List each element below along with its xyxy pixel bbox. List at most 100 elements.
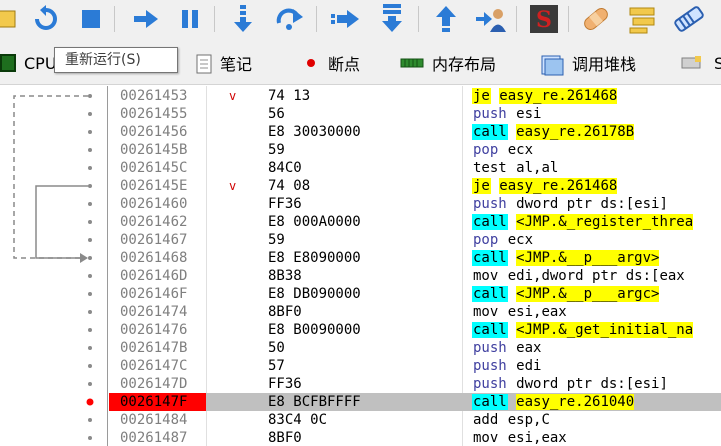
instruction-mnemonic: mov [473,304,499,320]
label-icon[interactable] [672,3,704,35]
gutter-dot[interactable] [88,328,92,332]
instruction-row[interactable]: 00261468 E8 E8090000 call <JMP.&__p___argv… [109,249,721,267]
gutter-dot[interactable] [88,238,92,242]
instruction-text: test al,al [472,159,721,177]
instruction-mnemonic: pop [473,232,499,248]
instruction-row[interactable]: 0026145B 59 pop ecx [109,141,721,159]
instruction-bytes: 8BF0 [268,430,302,446]
breakpoint-dot-icon[interactable] [86,398,94,406]
stop-icon[interactable] [75,3,107,35]
instruction-row[interactable]: 0026146D 8B38 mov edi,dword ptr ds:[eax [109,267,721,285]
instruction-operand: dword ptr ds:[esi] [516,376,668,392]
instruction-operand: eax [516,340,542,356]
instruction-address: 00261476 [120,322,188,338]
trace-into-icon[interactable] [330,3,362,35]
instruction-mnemonic: je [472,178,491,194]
gutter-dot[interactable] [88,94,92,98]
gutter-dot[interactable] [88,364,92,368]
instruction-row[interactable]: 00261453 v 74 13 je easy_re.261468 [109,87,721,105]
instruction-mnemonic: call [472,214,508,230]
jump-marker [229,321,249,339]
pause-icon[interactable] [174,3,206,35]
instruction-address: 0026147C [120,358,188,374]
instruction-row[interactable]: 00261487 8BF0 mov esi,eax [109,429,721,446]
step-over-icon[interactable] [274,3,306,35]
open-file-icon[interactable] [0,3,22,35]
instruction-bytes: 74 13 [268,88,311,104]
instruction-row[interactable]: 0026145C 84C0 test al,al [109,159,721,177]
instruction-row[interactable]: 00261474 8BF0 mov esi,eax [109,303,721,321]
instruction-text: call <JMP.&_get_initial_na [472,321,721,339]
gutter-dot[interactable] [88,166,92,170]
instruction-row[interactable]: 0026147C 57 push edi [109,357,721,375]
instruction-bytes: FF36 [268,376,302,392]
script-icon[interactable]: S [528,3,560,35]
disassembly-view[interactable]: 00261453 v 74 13 je easy_re.261468 00261455 5… [0,86,721,446]
instruction-row[interactable]: 0026146F E8 DB090000 call <JMP.&__p___argc… [109,285,721,303]
instruction-operand: <JMP.&_get_initial_na [516,322,694,338]
gutter-dot[interactable] [88,220,92,224]
gutter-dot[interactable] [88,130,92,134]
trace-over-icon[interactable] [376,3,408,35]
instruction-mnemonic: push [473,376,507,392]
gutter-dot[interactable] [88,310,92,314]
instruction-mnemonic: push [473,106,507,122]
comment-icon[interactable] [626,3,658,35]
instruction-row[interactable]: 0026147F E8 BCFBFFFF call easy_re.261040 [109,393,721,411]
instruction-operand: easy_re.26178B [516,124,635,140]
instruction-row[interactable]: 00261455 56 push esi [109,105,721,123]
patch-icon[interactable] [580,3,612,35]
instruction-row[interactable]: 00261462 E8 000A0000 call <JMP.&_register_… [109,213,721,231]
instruction-text: je easy_re.261468 [472,177,721,195]
instruction-text: call easy_re.261040 [472,393,721,411]
instruction-text: push dword ptr ds:[esi] [472,195,721,213]
gutter-dot[interactable] [88,202,92,206]
tab-breakpoints-label: 断点 [328,55,361,74]
instruction-bytes: 50 [268,340,285,356]
instruction-row[interactable]: 00261467 59 pop ecx [109,231,721,249]
toolbar-separator [316,6,317,32]
instruction-row[interactable]: 00261484 83C4 0C add esp,C [109,411,721,429]
run-to-user-code-icon[interactable] [474,3,506,35]
svg-text:S: S [536,7,552,33]
instruction-mnemonic: mov [473,268,499,284]
breakpoint-dot-icon [302,54,320,72]
restart-icon[interactable] [30,3,62,35]
instruction-bytes: 83C4 0C [268,412,328,428]
instruction-row[interactable]: 0026147B 50 push eax [109,339,721,357]
instruction-bytes: E8 E8090000 [268,250,361,266]
tab-notes[interactable]: 笔记 [194,50,252,76]
tab-cpu[interactable]: CPU [0,50,57,76]
jump-marker [229,303,249,321]
run-icon[interactable] [130,3,162,35]
tab-breakpoints[interactable]: 断点 [302,50,360,76]
execute-till-return-icon[interactable] [430,3,462,35]
tab-seh[interactable]: S [680,50,721,76]
instruction-row[interactable]: 0026145E v 74 08 je easy_re.261468 [109,177,721,195]
gutter-dot[interactable] [88,148,92,152]
gutter-dot[interactable] [88,418,92,422]
gutter-dot[interactable] [88,112,92,116]
jump-marker [229,231,249,249]
gutter-dot[interactable] [88,382,92,386]
tab-call-stack[interactable]: 调用堆栈 [540,50,636,76]
instruction-operand: edi [516,358,542,374]
gutter-dot[interactable] [88,292,92,296]
tab-call-stack-label: 调用堆栈 [572,55,637,74]
instruction-bytes: 57 [268,358,285,374]
gutter-dot[interactable] [88,274,92,278]
gutter-dot[interactable] [88,256,92,260]
gutter-dot[interactable] [88,184,92,188]
step-into-icon[interactable] [228,3,260,35]
instruction-operand: ecx [507,142,534,158]
instruction-row[interactable]: 00261460 FF36 push dword ptr ds:[esi] [109,195,721,213]
gutter-dot[interactable] [88,436,92,440]
instruction-operand: easy_re.261468 [499,88,618,104]
tab-memory-map[interactable]: 内存布局 [400,50,496,76]
instruction-row[interactable]: 00261456 E8 30030000 call easy_re.26178B [109,123,721,141]
toolbar-separator [516,6,517,32]
gutter-dot[interactable] [88,346,92,350]
instruction-row[interactable]: 0026147D FF36 push dword ptr ds:[esi] [109,375,721,393]
instruction-mnemonic: call [472,250,508,266]
instruction-row[interactable]: 00261476 E8 B0090000 call <JMP.&_get_initi… [109,321,721,339]
